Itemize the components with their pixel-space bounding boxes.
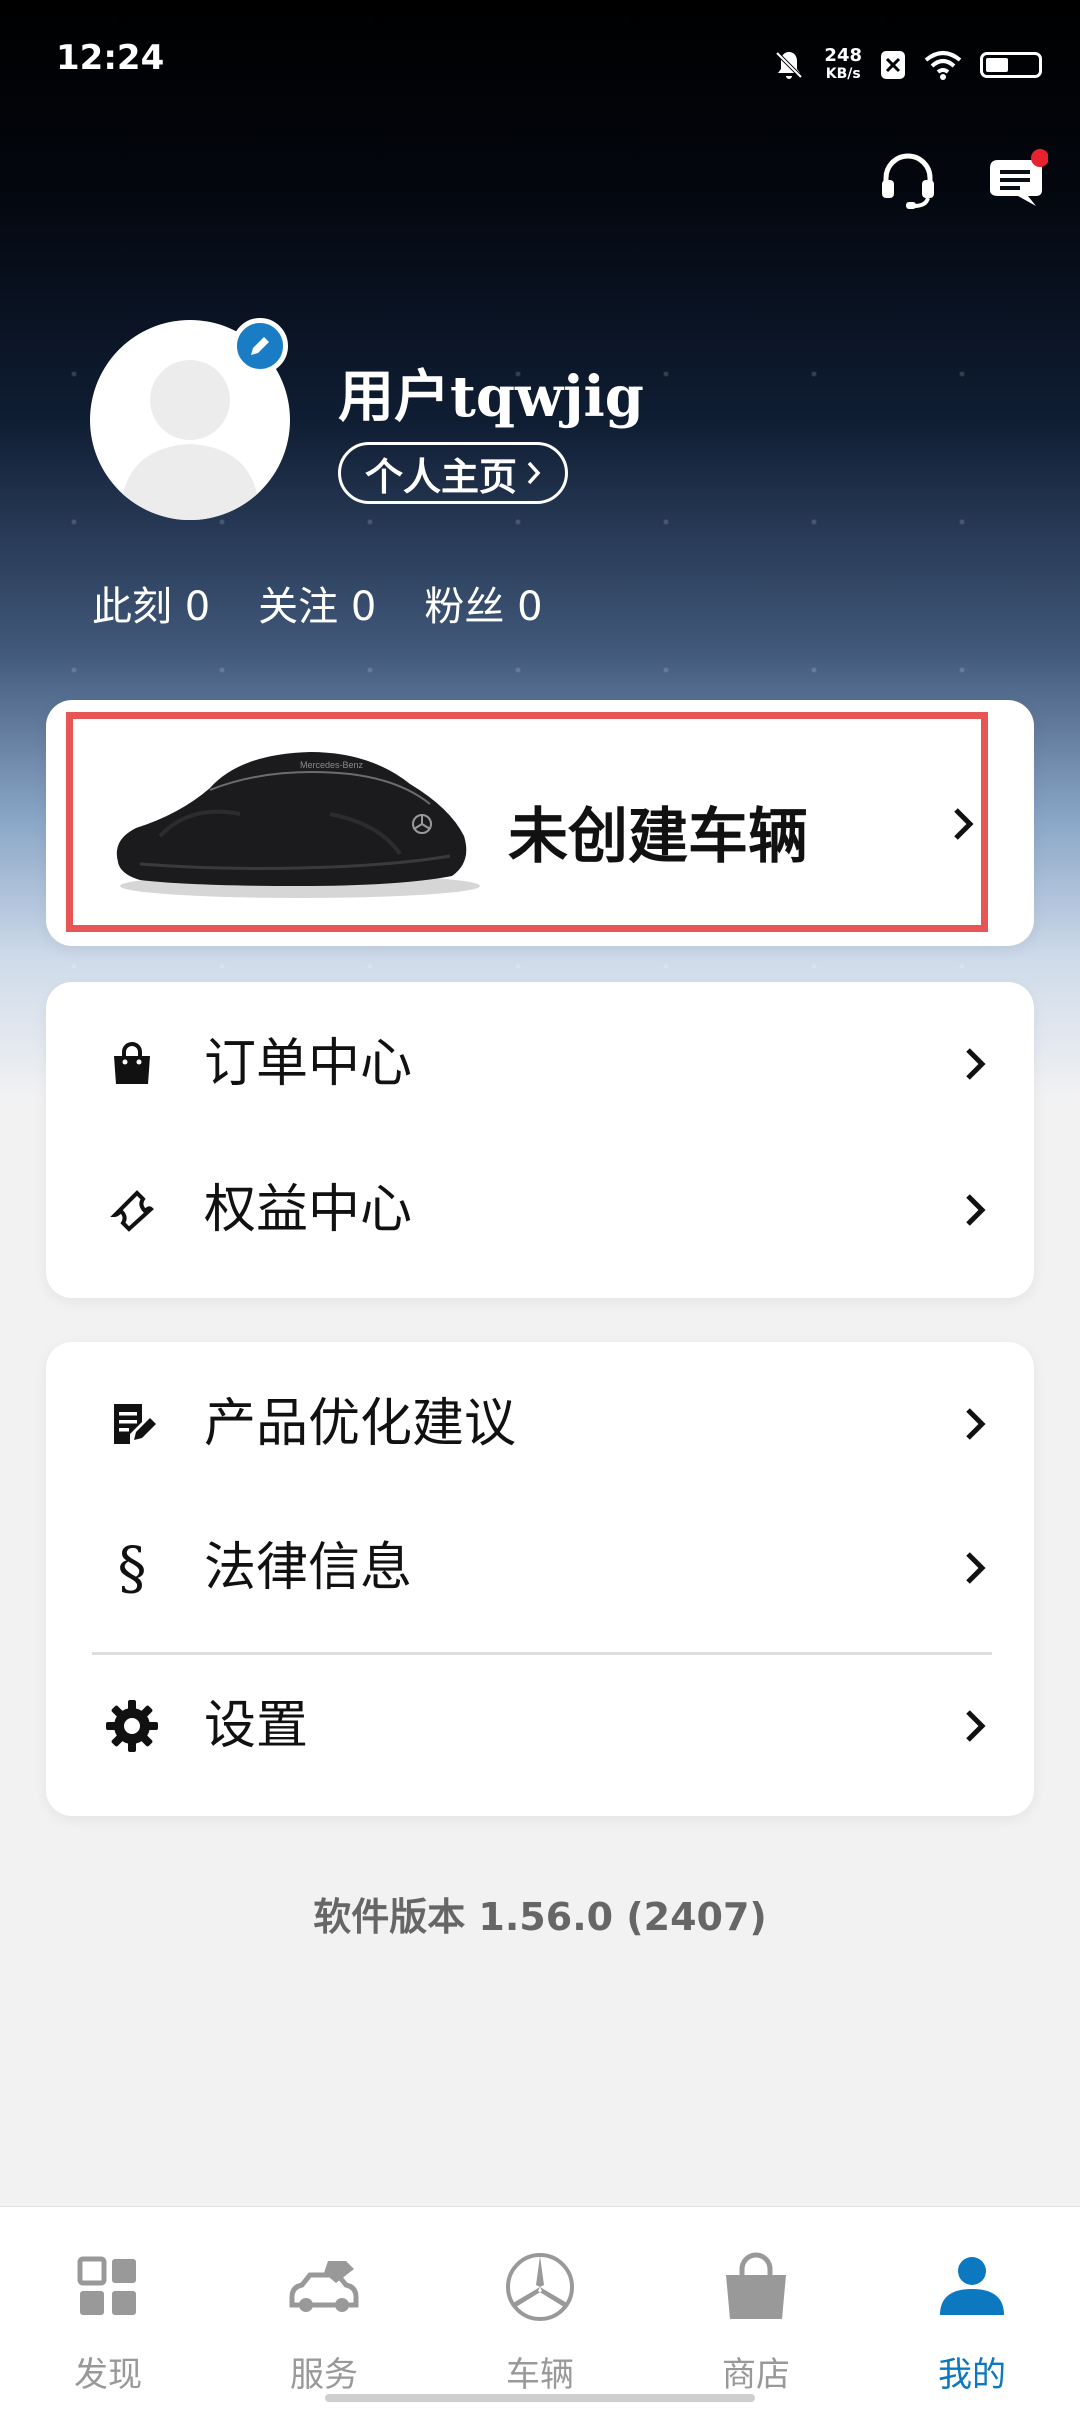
tab-service[interactable]: 服务 bbox=[244, 2247, 404, 2396]
chevron-right-icon bbox=[966, 1194, 986, 1226]
app-version: 软件版本 1.56.0 (2407) bbox=[313, 1895, 767, 1939]
chevron-right-icon bbox=[966, 1048, 986, 1080]
menu-label: 订单中心 bbox=[204, 1034, 413, 1094]
net-speed-value: 248 bbox=[824, 45, 862, 66]
mute-bell-icon bbox=[776, 51, 803, 79]
ticket-icon bbox=[102, 1180, 162, 1240]
tab-label: 服务 bbox=[290, 2355, 358, 2395]
tab-label: 我的 bbox=[938, 2355, 1006, 2395]
menu-group-settings: 产品优化建议 § 法律信息 设置 bbox=[46, 1342, 1034, 1816]
home-indicator[interactable] bbox=[325, 2394, 755, 2402]
shop-bag-icon bbox=[726, 2252, 786, 2319]
tab-label: 车辆 bbox=[506, 2355, 574, 2395]
pencil-icon bbox=[251, 337, 269, 355]
tab-label: 商店 bbox=[722, 2355, 790, 2395]
menu-item-order-center[interactable]: 订单中心 bbox=[46, 1004, 1034, 1124]
menu-divider bbox=[92, 1652, 992, 1655]
stat-followers[interactable]: 粉丝 0 bbox=[424, 574, 542, 632]
username: 用户tqwjig bbox=[338, 364, 644, 430]
tab-shop[interactable]: 商店 bbox=[676, 2247, 836, 2396]
highlight-box bbox=[66, 712, 988, 932]
menu-label: 设置 bbox=[204, 1696, 309, 1756]
vehicle-card[interactable]: Mercedes-Benz 未创建车辆 bbox=[46, 700, 1034, 946]
menu-item-benefits-center[interactable]: 权益中心 bbox=[46, 1150, 1034, 1270]
section-sign-icon: § bbox=[117, 1534, 147, 1602]
net-speed-unit: KB/s bbox=[825, 66, 861, 82]
chevron-right-icon bbox=[527, 461, 541, 485]
status-icons: 248 KB/s bbox=[772, 40, 1042, 90]
message-icon[interactable] bbox=[984, 148, 1048, 212]
status-time: 12:24 bbox=[56, 38, 165, 78]
menu-label: 产品优化建议 bbox=[204, 1394, 517, 1454]
personal-homepage-button[interactable]: 个人主页 bbox=[338, 442, 569, 504]
menu-item-settings[interactable]: 设置 bbox=[46, 1666, 1034, 1786]
tab-discover[interactable]: 发现 bbox=[28, 2247, 188, 2396]
stat-moments[interactable]: 此刻 0 bbox=[92, 574, 210, 632]
discover-grid-icon bbox=[77, 2256, 136, 2315]
edit-avatar-button[interactable] bbox=[232, 318, 288, 374]
battery-icon bbox=[980, 52, 1042, 78]
stat-value: 0 bbox=[350, 584, 377, 630]
chevron-right-icon bbox=[966, 1408, 986, 1440]
sim-blocked-icon bbox=[881, 51, 905, 79]
net-speed: 248 KB/s bbox=[824, 47, 862, 83]
menu-label: 权益中心 bbox=[204, 1180, 413, 1240]
profile-stats: 此刻 0 关注 0 粉丝 0 bbox=[92, 574, 543, 632]
feedback-icon bbox=[102, 1394, 162, 1454]
menu-item-product-feedback[interactable]: 产品优化建议 bbox=[46, 1364, 1034, 1484]
headset-icon[interactable] bbox=[876, 148, 940, 212]
shopping-bag-icon bbox=[102, 1034, 162, 1094]
stat-following[interactable]: 关注 0 bbox=[258, 574, 376, 632]
mercedes-star-icon bbox=[506, 2253, 574, 2321]
tab-label: 发现 bbox=[74, 2355, 142, 2395]
stat-label: 此刻 bbox=[92, 584, 172, 630]
stat-value: 0 bbox=[184, 584, 211, 630]
stat-label: 关注 bbox=[258, 584, 339, 630]
stat-value: 0 bbox=[517, 584, 543, 630]
personal-homepage-label: 个人主页 bbox=[365, 454, 518, 499]
profile-icon bbox=[940, 2257, 1004, 2315]
status-bar: 12:24 248 KB/s bbox=[0, 0, 1080, 120]
tab-mine[interactable]: 我的 bbox=[892, 2247, 1052, 2396]
wifi-icon bbox=[924, 51, 962, 80]
chevron-right-icon bbox=[966, 1552, 986, 1584]
service-car-icon bbox=[289, 2261, 359, 2312]
menu-label: 法律信息 bbox=[204, 1538, 413, 1598]
stat-label: 粉丝 bbox=[424, 584, 505, 630]
menu-item-legal-info[interactable]: § 法律信息 bbox=[46, 1508, 1034, 1628]
menu-group-orders: 订单中心 权益中心 bbox=[46, 982, 1034, 1298]
gear-icon bbox=[102, 1696, 162, 1756]
chevron-right-icon bbox=[966, 1710, 986, 1742]
tab-vehicle[interactable]: 车辆 bbox=[460, 2247, 620, 2396]
bottom-tab-bar: 发现 服务 车辆 商店 我的 bbox=[0, 2206, 1080, 2409]
